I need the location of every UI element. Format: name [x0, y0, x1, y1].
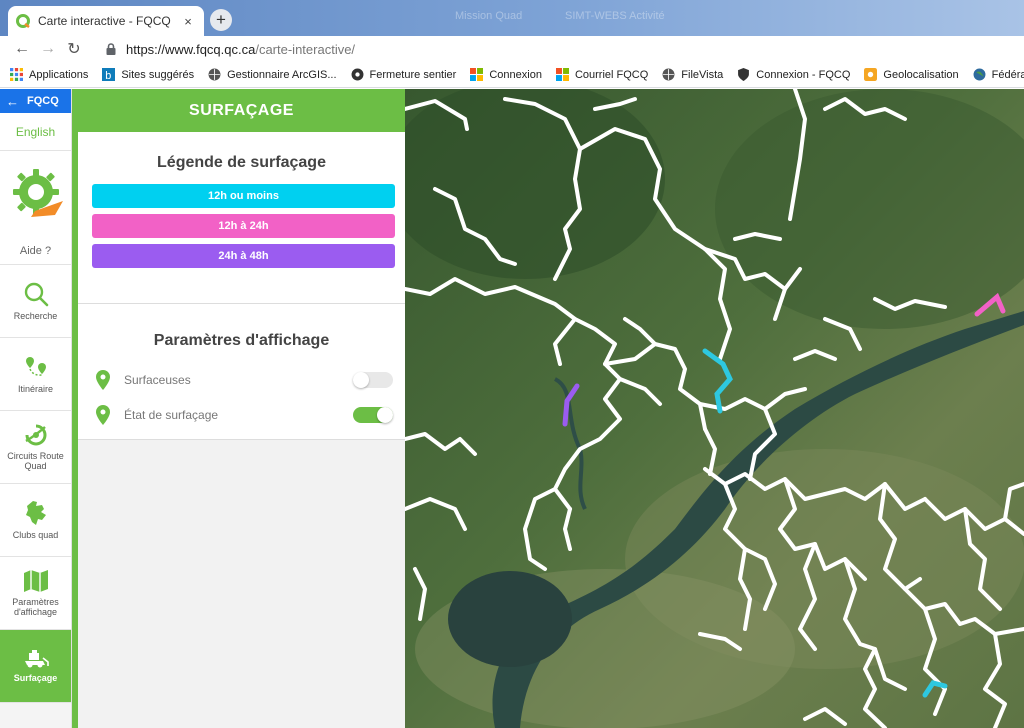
bookmark-applications[interactable]: Applications [10, 68, 88, 81]
legend-item-12h-or-less: 12h ou moins [92, 184, 395, 208]
sidebar-item-surfacage[interactable]: Surfaçage [0, 630, 71, 703]
bookmark-label: FileVista [681, 68, 724, 81]
bookmark-fermeture-sentier[interactable]: Fermeture sentier [351, 68, 457, 81]
lock-icon[interactable] [104, 42, 118, 56]
browser-toolbar: ← → ↻ https://www.fqcq.qc.ca/carte-inter… [0, 36, 1024, 62]
sidebar-item-clubs[interactable]: Clubs quad [0, 484, 71, 557]
bookmark-label: Fermeture sentier [369, 68, 457, 81]
browser-tab-bar: Carte interactive - FQCQ × + Mission Qua… [0, 0, 1024, 36]
quebec-map-icon [25, 501, 46, 525]
bookmark-federation[interactable]: Fédération Québéc... [973, 68, 1024, 81]
lake [448, 571, 572, 667]
bookmark-courriel[interactable]: Courriel FQCQ [555, 68, 649, 81]
arrow-left-icon: ← [6, 93, 19, 109]
route-pins-icon [25, 357, 46, 376]
url-path: /carte-interactive/ [255, 41, 356, 57]
map-pin-icon [96, 404, 110, 425]
close-tab-icon[interactable]: × [180, 14, 196, 29]
globe-icon [208, 68, 221, 81]
bookmark-label: Fédération Québéc... [991, 68, 1024, 81]
surfacage-legend: Légende de surfaçage 12h ou moins 12h à … [78, 132, 405, 304]
microsoft-icon [470, 68, 484, 81]
param-row-surfaceuses: Surfaceuses [78, 362, 405, 397]
sidebar-item-label: Paramètres d'affichage [12, 597, 59, 617]
surfaceuses-toggle[interactable] [353, 371, 393, 388]
sidebar-item-itineraire[interactable]: Itinéraire [0, 338, 71, 411]
bookmark-label: Courriel FQCQ [574, 68, 649, 81]
panel-title: SURFAÇAGE [78, 89, 405, 132]
circle-icon [351, 68, 363, 81]
bing-icon: b [102, 68, 116, 81]
map-canvas[interactable] [405, 89, 1024, 728]
circuit-swirl-icon [24, 424, 46, 446]
fqcq-favicon-icon [16, 14, 30, 28]
apps-grid-icon [10, 68, 23, 81]
sidebar-item-label: Itinéraire [17, 384, 53, 394]
shield-icon [738, 68, 750, 81]
browser-tab[interactable]: Carte interactive - FQCQ × [8, 6, 204, 36]
param-label: État de surfaçage [124, 407, 219, 422]
sidebar-item-parametres[interactable]: Paramètres d'affichage [0, 557, 71, 630]
icon-sidebar: ← FQCQ English Aide ? Recherche Itinérai… [0, 89, 72, 728]
microsoft-icon [555, 68, 569, 81]
address-bar[interactable]: https://www.fqcq.qc.ca/carte-interactive… [126, 42, 355, 57]
bookmarks-bar: Applications b Sites suggérés Gestionnai… [0, 62, 1024, 88]
background-tab-label[interactable]: Mission Quad [455, 10, 522, 22]
bookmark-connexion[interactable]: Connexion [470, 68, 542, 81]
bookmark-filevista[interactable]: FileVista [662, 68, 723, 81]
fqcq-logo [0, 151, 71, 237]
param-label: Surfaceuses [124, 372, 191, 387]
display-parameters: Paramètres d'affichage Surfaceuses État … [78, 304, 405, 440]
back-to-fqcq-button[interactable]: ← FQCQ [0, 89, 71, 113]
satellite-map[interactable] [405, 89, 1024, 728]
legend-item-12h-24h: 12h à 24h [92, 214, 395, 238]
map-pin-icon [96, 369, 110, 390]
sidebar-item-label: Surfaçage [13, 673, 58, 683]
sidebar-item-circuits[interactable]: Circuits Route Quad [0, 411, 71, 484]
bookmark-label: Applications [29, 68, 89, 81]
groomer-icon [24, 650, 49, 668]
location-icon [864, 68, 878, 81]
sidebar-item-label: Clubs quad [12, 530, 59, 540]
new-tab-button[interactable]: + [210, 9, 232, 31]
svg-text:b: b [106, 70, 112, 81]
tab-title: Carte interactive - FQCQ [38, 14, 171, 28]
back-arrow-icon[interactable]: ← [10, 40, 34, 58]
params-title: Paramètres d'affichage [153, 332, 330, 349]
etat-surfacage-toggle[interactable] [353, 406, 393, 423]
search-icon [24, 282, 48, 307]
sidebar-item-label: Recherche [13, 311, 58, 321]
bookmark-label: Gestionnaire ArcGIS... [227, 68, 337, 81]
globe-icon [662, 68, 675, 81]
bookmark-label: Connexion [489, 68, 542, 81]
legend-item-24h-48h: 24h à 48h [92, 244, 395, 268]
toggle-knob [353, 371, 369, 388]
bookmark-label: Sites suggérés [121, 68, 195, 81]
legend-title: Légende de surfaçage [157, 154, 326, 171]
folded-map-icon [23, 570, 48, 592]
sidebar-item-label: Circuits Route Quad [7, 451, 64, 471]
language-toggle[interactable]: English [0, 113, 71, 151]
back-label: FQCQ [27, 95, 59, 107]
surfacage-panel: SURFAÇAGE Légende de surfaçage 12h ou mo… [78, 89, 405, 728]
help-button[interactable]: Aide ? [0, 237, 71, 265]
bookmark-connexion-fqcq[interactable]: Connexion - FQCQ [737, 68, 850, 81]
toggle-knob [377, 406, 393, 423]
param-row-etat-surfacage: État de surfaçage [78, 397, 405, 432]
bookmark-label: Connexion - FQCQ [756, 68, 851, 81]
forward-arrow-icon[interactable]: → [36, 40, 60, 58]
url-host: https://www.fqcq.qc.ca [126, 41, 256, 57]
sidebar-item-recherche[interactable]: Recherche [0, 265, 71, 338]
fqcq-map-app: ← FQCQ English Aide ? Recherche Itinérai… [0, 89, 1024, 728]
background-tab-label[interactable]: SIMT-WEBS Activité [565, 10, 665, 22]
fqcq-logo-icon [12, 169, 63, 217]
reload-icon[interactable]: ↻ [62, 39, 86, 59]
earth-icon [973, 68, 986, 81]
bookmark-arcgis[interactable]: Gestionnaire ArcGIS... [208, 68, 337, 81]
bookmark-label: Geolocalisation [883, 68, 959, 81]
bookmark-sites-suggeres[interactable]: b Sites suggérés [102, 68, 194, 81]
bookmark-geolocalisation[interactable]: Geolocalisation [864, 68, 959, 81]
